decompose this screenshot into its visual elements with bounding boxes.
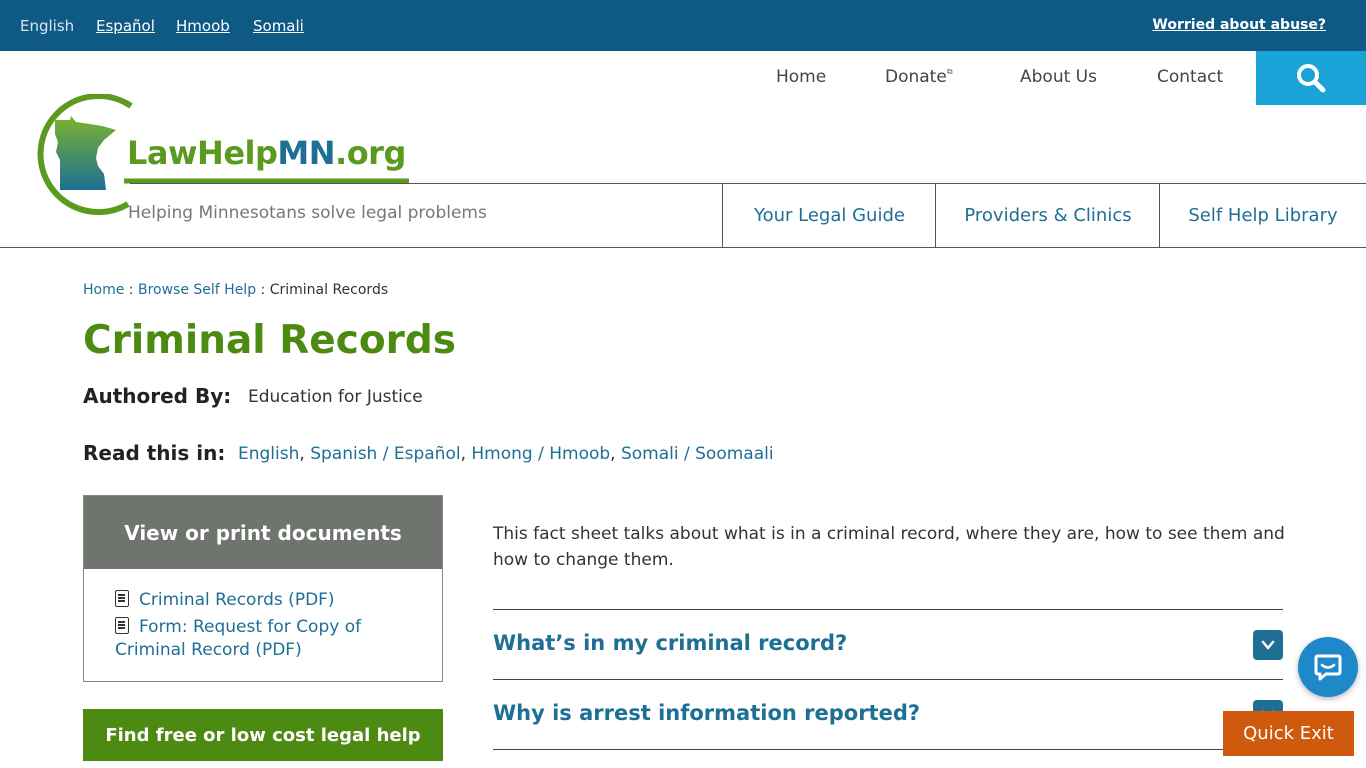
nav-donate-label: Donate	[885, 67, 947, 87]
subnav-self-help-library[interactable]: Self Help Library	[1159, 183, 1366, 248]
read-in-separator: ,	[460, 444, 472, 464]
nav-home[interactable]: Home	[776, 67, 826, 87]
logo-text-law-help: LawHelp	[127, 134, 278, 172]
document-link-label: Criminal Records (PDF)	[139, 590, 335, 610]
accordion-divider	[493, 749, 1283, 750]
breadcrumb-home[interactable]: Home	[83, 282, 124, 298]
subnav-providers-clinics[interactable]: Providers & Clinics	[935, 183, 1160, 248]
quick-exit-button[interactable]: Quick Exit	[1223, 711, 1354, 756]
accordion-toggle[interactable]	[1253, 630, 1283, 660]
language-bar: English Español Hmoob Somali Worried abo…	[0, 0, 1366, 51]
read-this-in-label: Read this in:	[83, 441, 226, 465]
accordion-divider	[493, 609, 1283, 610]
accordion-why-arrest-reported[interactable]: Why is arrest information reported?	[493, 701, 920, 725]
subnav-your-legal-guide[interactable]: Your Legal Guide	[722, 183, 936, 248]
site-tagline: Helping Minnesotans solve legal problems	[128, 203, 487, 223]
read-in-separator: ,	[299, 444, 311, 464]
external-link-icon: ⧉	[946, 67, 953, 76]
authored-by-value: Education for Justice	[248, 387, 423, 407]
intro-text: This fact sheet talks about what is in a…	[493, 524, 1285, 570]
breadcrumb-current: Criminal Records	[269, 282, 389, 298]
nav-about-us[interactable]: About Us	[1020, 67, 1097, 87]
minnesota-map-icon	[55, 116, 116, 190]
logo-text-org: .org	[335, 134, 406, 172]
lang-english[interactable]: English	[20, 17, 74, 35]
document-link-request-form[interactable]: Form: Request for Copy of Criminal Recor…	[115, 616, 415, 662]
lang-espanol[interactable]: Español	[96, 17, 155, 35]
read-in-hmong[interactable]: Hmong / Hmoob	[471, 444, 610, 464]
lang-hmoob[interactable]: Hmoob	[176, 17, 230, 35]
search-icon	[1297, 64, 1326, 93]
nav-contact[interactable]: Contact	[1157, 67, 1223, 87]
chevron-down-icon	[1261, 640, 1275, 650]
read-in-somali[interactable]: Somali / Soomaali	[621, 444, 774, 464]
authored-by-label: Authored By:	[83, 384, 232, 408]
breadcrumb-browse-self-help[interactable]: Browse Self Help	[138, 282, 256, 298]
document-link-criminal-records[interactable]: Criminal Records (PDF)	[115, 589, 425, 612]
read-this-in-links: English, Spanish / Español, Hmong / Hmoo…	[238, 444, 774, 464]
nav-donate[interactable]: Donate⧉	[885, 67, 953, 87]
breadcrumb: Home : Browse Self Help : Criminal Recor…	[83, 282, 388, 298]
accordion-whats-in-my-record[interactable]: What’s in my criminal record?	[493, 631, 847, 655]
document-icon	[115, 590, 129, 607]
document-icon	[115, 617, 129, 634]
read-in-separator: ,	[610, 444, 621, 464]
find-legal-help-button[interactable]: Find free or low cost legal help	[83, 709, 443, 761]
breadcrumb-separator: :	[256, 282, 270, 298]
read-in-spanish[interactable]: Spanish / Español	[310, 444, 460, 464]
breadcrumb-separator: :	[124, 282, 138, 298]
search-button[interactable]	[1256, 51, 1366, 105]
logo-text[interactable]: LawHelpMN.org	[127, 134, 406, 172]
logo-text-mn: MN	[277, 134, 336, 172]
document-link-label: Form: Request for Copy of Criminal Recor…	[115, 617, 362, 660]
read-in-english[interactable]: English	[238, 444, 299, 464]
chat-button[interactable]	[1298, 637, 1358, 697]
page-title: Criminal Records	[83, 318, 457, 363]
lang-somali[interactable]: Somali	[253, 17, 304, 35]
accordion-divider	[493, 679, 1283, 680]
worried-about-abuse-link[interactable]: Worried about abuse?	[1152, 17, 1326, 33]
documents-heading: View or print documents	[84, 496, 442, 569]
chat-bubble-icon	[1314, 654, 1342, 681]
